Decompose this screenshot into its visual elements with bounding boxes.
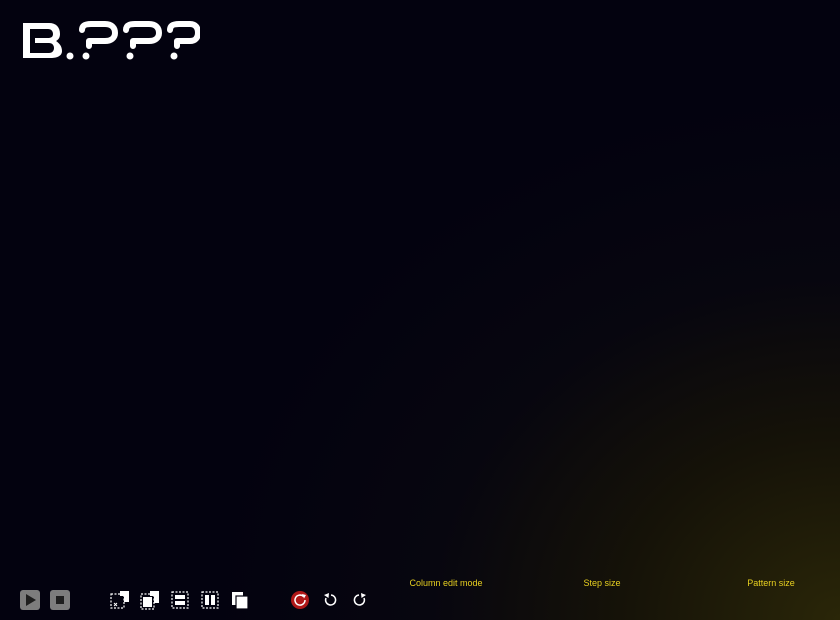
insert-row-button[interactable] (170, 590, 190, 610)
reset-icon (291, 591, 309, 609)
app-logo (20, 20, 200, 60)
insert-column-icon (201, 591, 219, 609)
undo-icon (324, 593, 337, 606)
play-icon (20, 590, 40, 610)
pattern-size-label: Pattern size (747, 578, 795, 588)
reset-button[interactable] (290, 590, 310, 610)
play-button[interactable] (20, 590, 40, 610)
stop-button[interactable] (50, 590, 70, 610)
select-copy-icon (140, 591, 159, 610)
duplicate-icon (232, 592, 249, 610)
step-size-label: Step size (583, 578, 621, 588)
stop-icon (50, 590, 70, 610)
column-edit-mode-label: Column edit mode (409, 578, 483, 588)
select-clear-button[interactable] (110, 590, 130, 610)
undo-button[interactable] (320, 590, 340, 610)
insert-column-button[interactable] (200, 590, 220, 610)
bottom-toolbar: Column edit mode Step size Pattern size (0, 578, 840, 620)
select-clear-icon (110, 591, 129, 609)
select-copy-button[interactable] (140, 590, 160, 610)
duplicate-button[interactable] (230, 590, 250, 610)
insert-row-icon (171, 591, 189, 609)
redo-button[interactable] (350, 590, 370, 610)
redo-icon (353, 593, 366, 606)
